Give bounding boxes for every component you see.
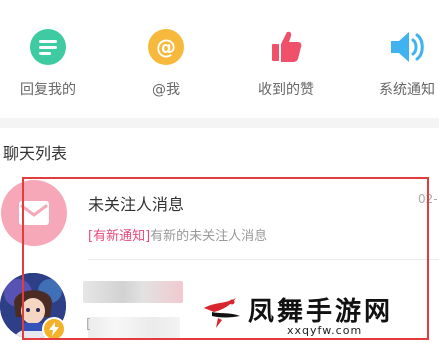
site-watermark: 凤舞手游网 xxqyfw.com [200,288,434,344]
at-me-entry[interactable]: @ @我 [111,20,221,110]
blurred-chat-name [83,281,183,303]
new-notice-tag: [有新通知] [88,229,151,244]
notification-shortcuts: 回复我的 @ @我 收到的赞 系统通知 [0,0,439,118]
preview-bracket: [ [86,317,92,332]
at-me-label: @我 [152,82,180,98]
system-notice-label: 系统通知 [379,82,435,98]
avatar [1,180,67,246]
preview-text: 有新的未关注人消息 [150,229,268,244]
at-sign-icon: @ [146,27,186,67]
chat-name: 未关注人消息 [88,195,185,214]
chat-list-title: 聊天列表 [3,144,68,163]
thumbs-up-icon [266,27,306,67]
system-notice-entry[interactable]: 系统通知 [352,20,439,110]
row-divider [88,259,439,260]
verified-badge-icon [42,317,66,341]
section-divider [0,118,439,128]
watermark-name: 凤舞手游网 [248,297,394,327]
chat-item-unfollowed-messages[interactable]: 未关注人消息 [有新通知]有新的未关注人消息 02- [0,172,439,262]
likes-received-entry[interactable]: 收到的赞 [231,20,341,110]
watermark-url: xxqyfw.com [287,324,363,337]
chat-preview: [有新通知]有新的未关注人消息 [88,225,267,244]
envelope-icon [19,201,49,225]
comment-bubble-icon [28,27,68,67]
likes-received-label: 收到的赞 [258,82,314,98]
chat-time: 02- [418,192,438,206]
svg-text:@: @ [156,35,176,59]
reply-me-label: 回复我的 [20,82,76,98]
blurred-chat-preview [88,317,180,339]
reply-me-entry[interactable]: 回复我的 [0,20,103,110]
phoenix-logo-icon [204,298,240,328]
speaker-icon [387,27,427,67]
